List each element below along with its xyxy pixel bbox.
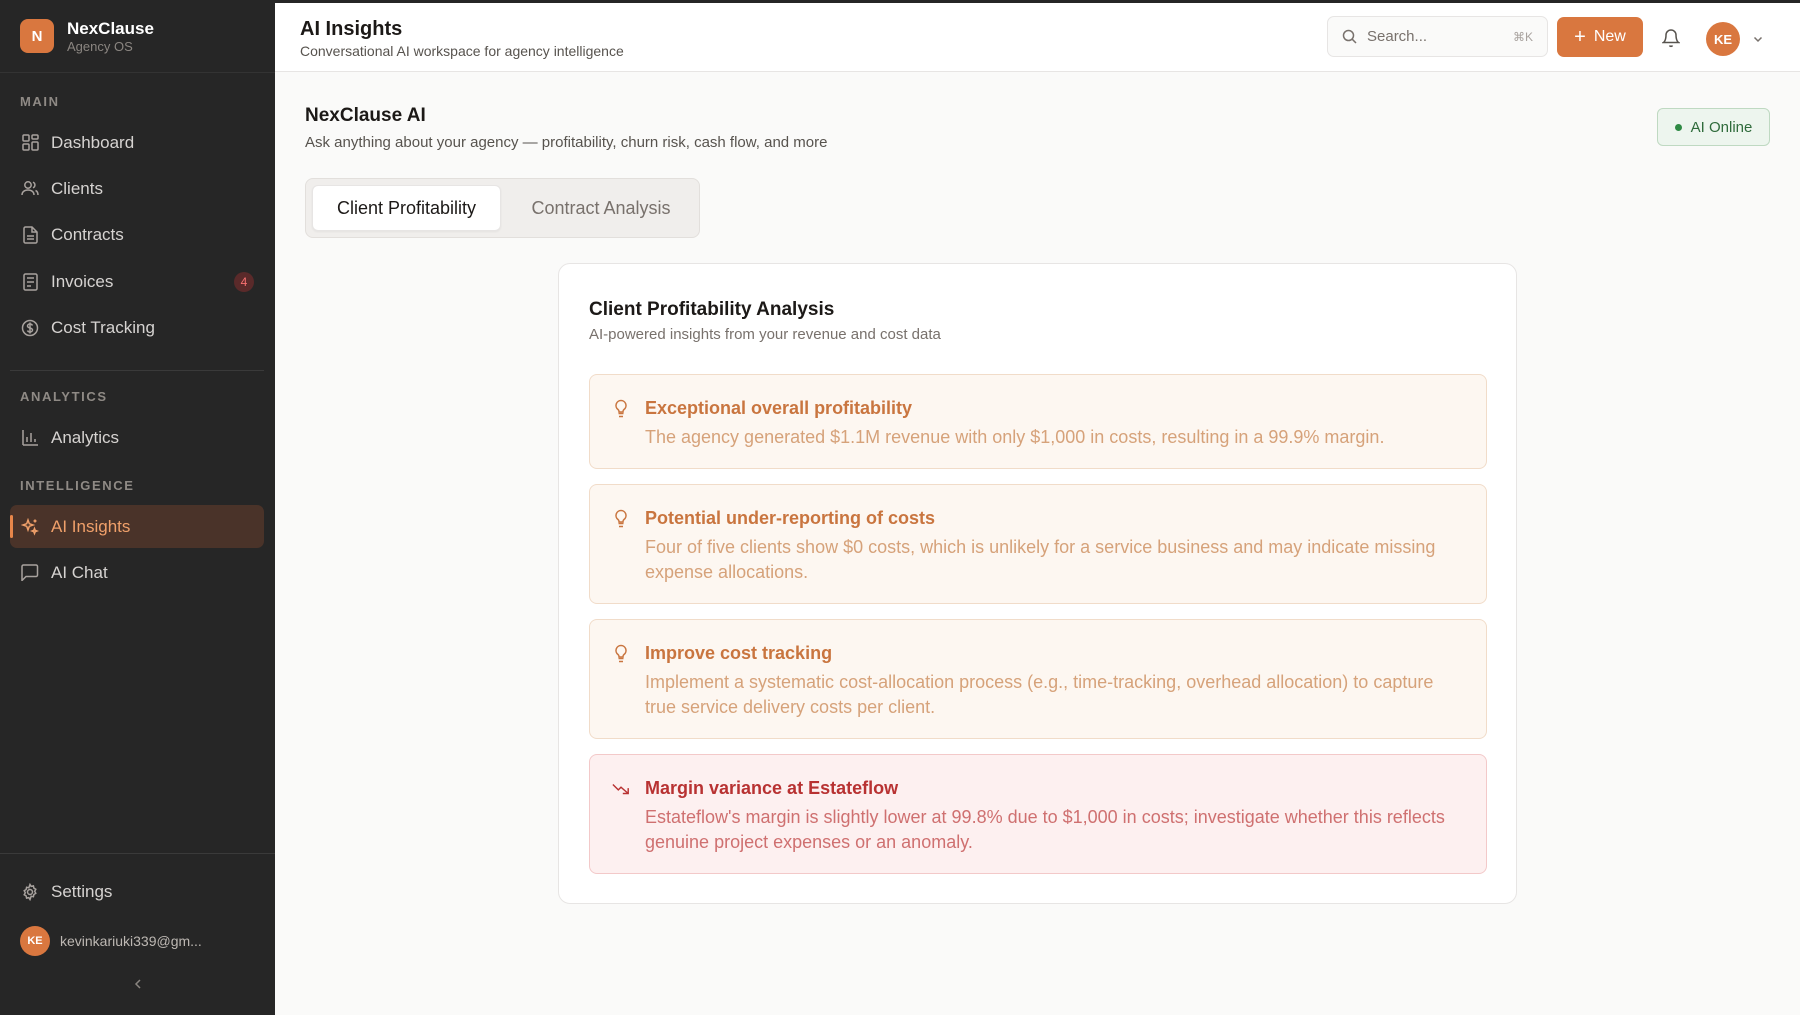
user-email: kevinkariuki339@gm...: [60, 933, 202, 949]
brand[interactable]: N NexClause Agency OS: [0, 0, 275, 73]
tab-client-profitability[interactable]: Client Profitability: [312, 185, 501, 231]
sidebar-item-label: Clients: [51, 178, 103, 198]
status-dot: [1674, 123, 1682, 131]
status-label: AI Online: [1690, 118, 1753, 136]
new-button-label: New: [1593, 28, 1626, 45]
brand-subtitle: Agency OS: [67, 38, 133, 54]
search-shortcut: ⌘K: [1512, 29, 1533, 44]
insight-body: The agency generated $1.1M revenue with …: [645, 427, 1385, 447]
panel-title: Client Profitability Analysis: [589, 299, 835, 320]
brand-name: NexClause: [67, 18, 154, 38]
message-square-icon: [20, 563, 40, 583]
lightbulb-icon: [615, 644, 627, 663]
search-input[interactable]: Search... ⌘K: [1327, 16, 1548, 57]
dollar-circle-icon: [20, 318, 40, 338]
sidebar-item-label: Invoices: [51, 271, 114, 291]
insight-title: Margin variance at Estateflow: [645, 778, 899, 798]
sidebar-item-dashboard[interactable]: Dashboard: [10, 121, 264, 164]
sidebar-item-label: Analytics: [51, 427, 120, 447]
tab-contract-analysis[interactable]: Contract Analysis: [507, 185, 695, 231]
sidebar-item-contracts[interactable]: Contracts: [10, 213, 264, 256]
sidebar-item-label: Contracts: [51, 224, 124, 244]
bar-chart-icon: [20, 428, 40, 448]
bell-icon: [1660, 29, 1682, 48]
section-label-main: MAIN: [20, 94, 60, 109]
topbar: AI Insights Conversational AI workspace …: [275, 0, 1800, 72]
insight-body: Implement a systematic cost-allocation p…: [645, 672, 1434, 717]
insight-card-warning: Margin variance at Estateflow Estateflow…: [589, 754, 1487, 874]
status-badge: AI Online: [1657, 108, 1770, 146]
insight-body: Estateflow's margin is slightly lower at…: [645, 807, 1445, 852]
insight-card: Exceptional overall profitability The ag…: [589, 374, 1487, 469]
panel-subtitle: AI-powered insights from your revenue an…: [589, 326, 941, 343]
insight-card: Potential under-reporting of costs Four …: [589, 484, 1487, 604]
sidebar-divider: [0, 853, 275, 854]
new-button[interactable]: + New: [1557, 17, 1643, 57]
search-icon: [1342, 29, 1357, 44]
sidebar-item-ai-chat[interactable]: AI Chat: [10, 551, 264, 594]
sidebar-item-label: AI Insights: [51, 516, 131, 536]
avatar[interactable]: KE: [1706, 22, 1740, 56]
sparkles-icon: [20, 517, 40, 537]
section-label-analytics: ANALYTICS: [20, 389, 108, 404]
insight-title: Improve cost tracking: [645, 643, 833, 663]
sidebar-item-invoices[interactable]: Invoices 4: [10, 260, 264, 303]
sidebar-item-ai-insights[interactable]: AI Insights: [10, 505, 264, 548]
insight-card: Improve cost tracking Implement a system…: [589, 619, 1487, 739]
receipt-icon: [20, 272, 40, 292]
assistant-subtitle: Ask anything about your agency — profita…: [305, 134, 828, 151]
sidebar-item-label: Settings: [51, 881, 113, 901]
trending-down-icon: [612, 783, 629, 795]
lightbulb-icon: [615, 509, 627, 528]
sidebar-item-label: Cost Tracking: [51, 317, 155, 337]
sidebar-item-label: AI Chat: [51, 562, 108, 582]
collapse-sidebar-button[interactable]: [128, 974, 148, 994]
gear-icon: [20, 882, 40, 902]
section-label-intelligence: INTELLIGENCE: [20, 478, 135, 493]
search-placeholder: Search...: [1367, 28, 1428, 45]
insight-title: Potential under-reporting of costs: [645, 508, 936, 528]
brand-logo: N: [20, 19, 54, 53]
user-profile[interactable]: KE kevinkariuki339@gm...: [20, 926, 202, 956]
page-subtitle: Conversational AI workspace for agency i…: [300, 43, 624, 59]
assistant-title: NexClause AI: [305, 105, 426, 126]
insights-panel: Client Profitability Analysis AI-powered…: [558, 263, 1517, 904]
sidebar: N NexClause Agency OS MAIN Dashboard Cli…: [0, 0, 275, 1015]
chevron-left-icon: [134, 979, 141, 989]
page-title: AI Insights: [300, 18, 403, 40]
notifications-button[interactable]: [1660, 28, 1682, 48]
sidebar-item-cost-tracking[interactable]: Cost Tracking: [10, 306, 264, 349]
users-icon: [20, 179, 40, 199]
tab-bar: Client Profitability Contract Analysis: [305, 178, 700, 238]
invoices-count-badge: 4: [234, 272, 254, 292]
sidebar-item-settings[interactable]: Settings: [10, 870, 264, 913]
file-text-icon: [20, 225, 40, 245]
insight-body: Four of five clients show $0 costs, whic…: [645, 537, 1436, 582]
sidebar-divider: [10, 370, 264, 371]
avatar: KE: [20, 926, 50, 956]
insight-title: Exceptional overall profitability: [645, 398, 913, 418]
sidebar-item-clients[interactable]: Clients: [10, 167, 264, 210]
chevron-down-icon[interactable]: [1751, 32, 1765, 46]
sidebar-item-label: Dashboard: [51, 132, 135, 152]
dashboard-icon: [20, 133, 40, 153]
sidebar-item-analytics[interactable]: Analytics: [10, 416, 264, 459]
plus-icon: +: [1574, 26, 1586, 48]
lightbulb-icon: [615, 399, 627, 418]
